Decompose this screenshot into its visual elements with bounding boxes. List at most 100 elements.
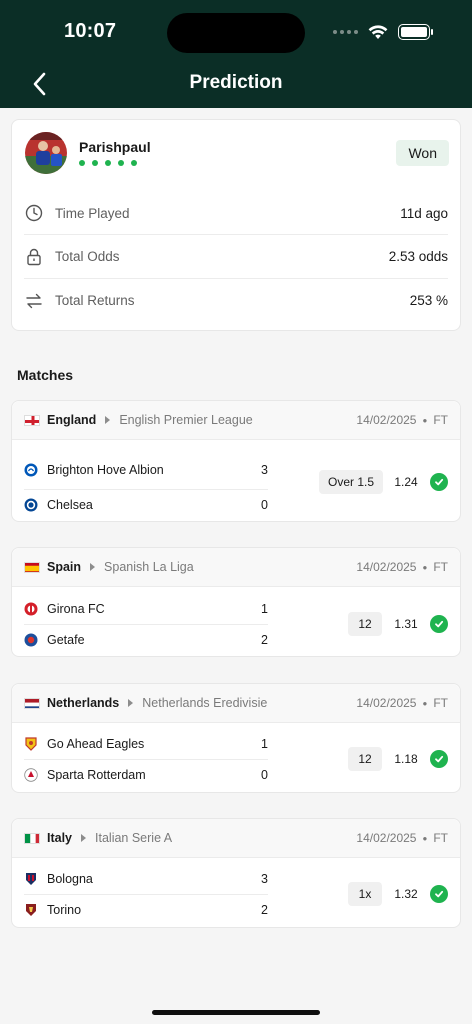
stat-label: Total Returns bbox=[55, 293, 135, 308]
country-name: Italy bbox=[47, 831, 73, 845]
go-ahead-eagles-crest-icon bbox=[24, 737, 38, 751]
check-icon bbox=[430, 885, 448, 903]
team-name: Torino bbox=[47, 902, 82, 917]
team-score: 3 bbox=[261, 872, 268, 886]
stat-label: Time Played bbox=[55, 205, 130, 221]
match-date-status: 14/02/2025 ● FT bbox=[356, 831, 448, 845]
prediction-pick: 12 bbox=[348, 747, 382, 771]
stat-total-odds: Total Odds 2.53 odds bbox=[24, 234, 448, 278]
caret-right-icon bbox=[90, 563, 96, 571]
brighton-crest-icon bbox=[24, 463, 38, 477]
prediction-pick: 1x bbox=[348, 882, 382, 906]
app-header: 10:07 Prediction bbox=[0, 0, 472, 108]
team-score: 1 bbox=[261, 602, 268, 616]
lock-icon bbox=[24, 247, 44, 267]
match-card-spain[interactable]: Spain Spanish La Liga 14/02/2025 ● FT Giro… bbox=[11, 547, 461, 657]
prediction-summary-card: Parishpaul Won Time Played 11d ago Total… bbox=[11, 119, 461, 331]
matches-heading: Matches bbox=[17, 367, 74, 383]
flag-italy-icon bbox=[24, 832, 40, 844]
getafe-crest-icon bbox=[24, 633, 38, 647]
swap-icon bbox=[24, 291, 44, 311]
team-row-home: Bologna 3 bbox=[24, 864, 268, 894]
team-name: Bologna bbox=[47, 872, 93, 886]
team-score: 1 bbox=[261, 737, 268, 751]
caret-right-icon bbox=[128, 699, 134, 707]
chelsea-crest-icon bbox=[24, 498, 38, 512]
flag-england-icon bbox=[24, 414, 40, 426]
username[interactable]: Parishpaul bbox=[79, 139, 151, 155]
form-dot bbox=[131, 160, 137, 166]
caret-right-icon bbox=[105, 416, 111, 424]
stat-label: Total Odds bbox=[55, 249, 120, 264]
team-row-home: Brighton Hove Albion 3 bbox=[24, 451, 268, 489]
team-score: 3 bbox=[261, 463, 268, 477]
country-name: Netherlands bbox=[47, 696, 120, 710]
form-dot bbox=[92, 160, 98, 166]
form-dot bbox=[79, 160, 85, 166]
home-indicator[interactable] bbox=[152, 1010, 320, 1015]
prediction-odds: 1.18 bbox=[394, 752, 418, 766]
country-name: England bbox=[47, 413, 97, 427]
team-name: Go Ahead Eagles bbox=[47, 737, 145, 751]
match-date-status: 14/02/2025 ● FT bbox=[356, 560, 448, 574]
team-row-away: Chelsea 0 bbox=[24, 489, 268, 519]
teams: Bologna 3 Torino 2 bbox=[24, 864, 268, 924]
stat-value: 11d ago bbox=[400, 205, 448, 221]
team-row-home: Girona FC 1 bbox=[24, 594, 268, 624]
match-date-status: 14/02/2025 ● FT bbox=[356, 413, 448, 427]
league-name: English Premier League bbox=[119, 413, 253, 427]
match-header: Italy Italian Serie A 14/02/2025 ● FT bbox=[12, 819, 460, 858]
match-card-netherlands[interactable]: Netherlands Netherlands Eredivisie 14/02… bbox=[11, 683, 461, 793]
match-date-status: 14/02/2025 ● FT bbox=[356, 696, 448, 710]
stat-value: 253 % bbox=[409, 293, 448, 308]
flag-netherlands-icon bbox=[24, 697, 40, 709]
sparta-rotterdam-crest-icon bbox=[24, 767, 38, 782]
page-title: Prediction bbox=[189, 72, 283, 93]
clock-icon bbox=[24, 203, 44, 223]
team-name: Brighton Hove Albion bbox=[47, 463, 164, 477]
cellular-signal-icon bbox=[333, 30, 358, 34]
country-name: Spain bbox=[47, 560, 82, 574]
match-card-england[interactable]: England English Premier League 14/02/202… bbox=[11, 400, 461, 522]
form-dot bbox=[118, 160, 124, 166]
flag-spain-icon bbox=[24, 561, 40, 573]
team-score: 2 bbox=[261, 632, 268, 647]
team-score: 2 bbox=[261, 902, 268, 917]
league-name: Italian Serie A bbox=[95, 831, 173, 845]
team-row-away: Torino 2 bbox=[24, 894, 268, 924]
team-row-away: Sparta Rotterdam 0 bbox=[24, 759, 268, 789]
league-name: Spanish La Liga bbox=[104, 560, 194, 574]
torino-crest-icon bbox=[24, 903, 38, 917]
match-header: England English Premier League 14/02/202… bbox=[12, 401, 460, 440]
check-icon bbox=[430, 473, 448, 491]
match-header: Spain Spanish La Liga 14/02/2025 ● FT bbox=[12, 548, 460, 587]
battery-icon bbox=[398, 24, 433, 40]
team-name: Sparta Rotterdam bbox=[47, 767, 146, 782]
bologna-crest-icon bbox=[24, 872, 38, 886]
girona-crest-icon bbox=[24, 602, 38, 616]
prediction-odds: 1.31 bbox=[394, 617, 418, 631]
form-dot bbox=[105, 160, 111, 166]
dynamic-island bbox=[167, 13, 305, 53]
match-header: Netherlands Netherlands Eredivisie 14/02… bbox=[12, 684, 460, 723]
form-dots bbox=[79, 160, 137, 166]
result-badge: Won bbox=[396, 140, 449, 166]
check-icon bbox=[430, 615, 448, 633]
prediction-pick: 12 bbox=[348, 612, 382, 636]
status-icons bbox=[333, 24, 433, 40]
team-row-away: Getafe 2 bbox=[24, 624, 268, 654]
avatar[interactable] bbox=[25, 132, 67, 174]
status-time: 10:07 bbox=[64, 20, 117, 42]
stat-value: 2.53 odds bbox=[388, 249, 448, 264]
team-name: Chelsea bbox=[47, 497, 93, 512]
caret-right-icon bbox=[81, 834, 87, 842]
team-name: Getafe bbox=[47, 632, 85, 647]
team-score: 0 bbox=[261, 497, 268, 512]
prediction-odds: 1.24 bbox=[394, 475, 418, 489]
prediction-odds: 1.32 bbox=[394, 887, 418, 901]
wifi-icon bbox=[368, 24, 388, 39]
team-name: Girona FC bbox=[47, 602, 105, 616]
team-score: 0 bbox=[261, 767, 268, 782]
stat-time-played: Time Played 11d ago bbox=[24, 191, 448, 235]
match-card-italy[interactable]: Italy Italian Serie A 14/02/2025 ● FT Bolo… bbox=[11, 818, 461, 928]
